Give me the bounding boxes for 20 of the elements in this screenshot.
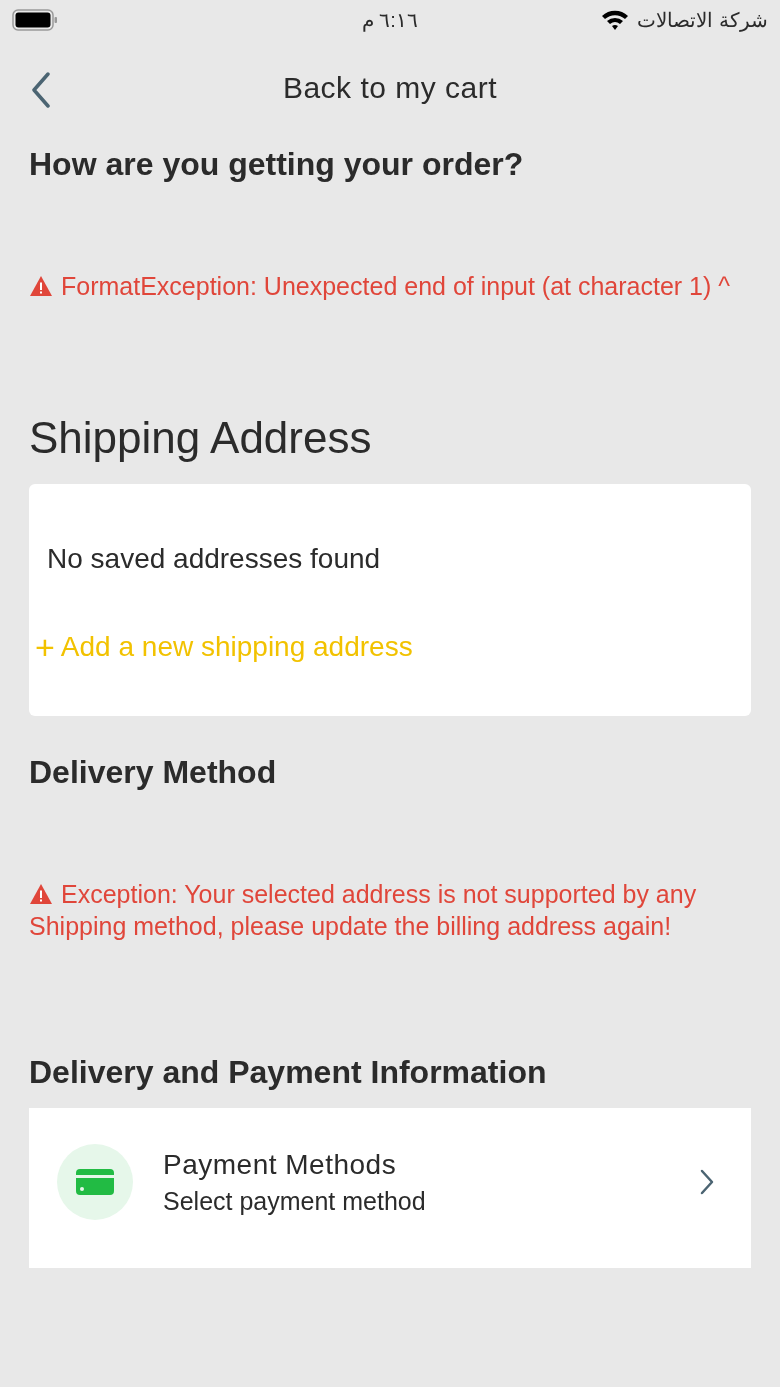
chevron-right-icon	[699, 1168, 715, 1196]
warning-icon	[29, 883, 53, 905]
item-title: Payment Methods	[163, 1148, 398, 1182]
error-message: FormatException: Unexpected end of input (at character 1) ^	[29, 270, 751, 302]
section-title: Shipping Address	[29, 412, 373, 464]
payment-method-item[interactable]: Payment Methods Select payment method	[29, 1108, 751, 1268]
header-title: Back to my cart	[282, 69, 498, 106]
battery-icon	[12, 9, 58, 31]
status-time: ٦:١٦ م	[361, 8, 418, 34]
section-title: Delivery Method	[29, 753, 278, 792]
item-subtitle: Select payment method	[163, 1186, 427, 1217]
carrier-name: شركة الاتصالات	[637, 8, 768, 34]
section-title: Delivery and Payment Information	[29, 1053, 548, 1092]
back-icon	[31, 72, 51, 108]
wifi-icon	[601, 9, 630, 31]
plus-icon: +	[35, 630, 55, 664]
error-message: Exception: Your selected address is not supported by any Shipping method, please update the billing address again!	[29, 879, 698, 942]
empty-message: No saved addresses found	[47, 542, 382, 576]
section-title: How are you getting your order?	[29, 145, 525, 184]
warning-icon	[29, 275, 53, 297]
